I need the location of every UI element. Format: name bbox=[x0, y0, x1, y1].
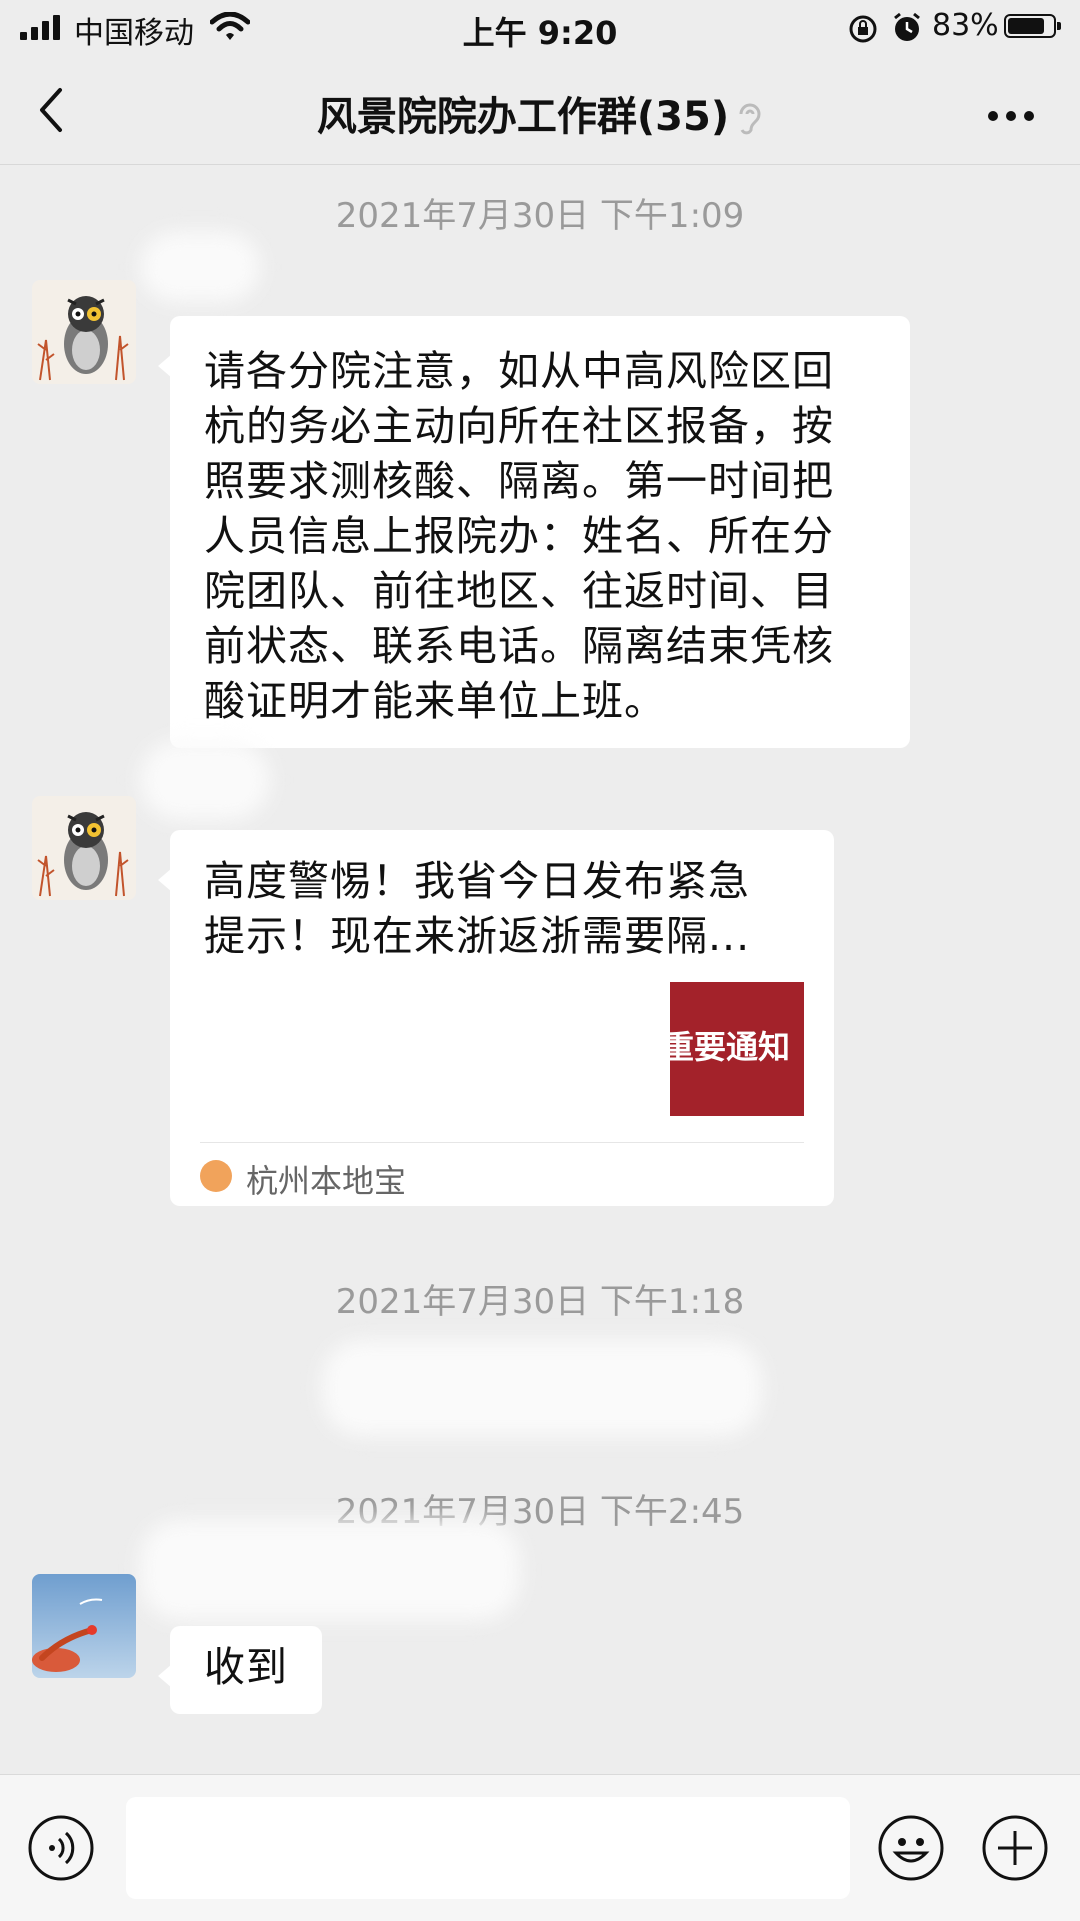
plus-icon[interactable] bbox=[982, 1815, 1048, 1881]
message-input[interactable] bbox=[126, 1797, 850, 1899]
redacted-message bbox=[322, 1340, 762, 1436]
owl-avatar-image bbox=[32, 280, 136, 384]
avatar-hand[interactable] bbox=[32, 1574, 136, 1678]
more-icon[interactable] bbox=[980, 106, 1034, 125]
emoji-icon[interactable] bbox=[878, 1815, 944, 1881]
link-card-thumbnail: 重要通知 bbox=[670, 982, 804, 1116]
divider bbox=[200, 1142, 804, 1143]
chat-title-text: 风景院院办工作群(35) bbox=[316, 94, 730, 140]
link-card[interactable]: 高度警惕！我省今日发布紧急 提示！现在来浙返浙需要隔... 重要通知 杭州本地宝 bbox=[158, 830, 834, 1206]
message-text: 收到 bbox=[204, 1643, 288, 1691]
redacted-sender-name bbox=[140, 1520, 520, 1620]
status-bar: 中国移动 上午 9:20 83% bbox=[0, 0, 1080, 56]
message-text: 请各分院注意，如从中高风险区回 杭的务必主动向所在社区报备，按 照要求测核酸、隔… bbox=[204, 347, 834, 725]
input-bar bbox=[0, 1774, 1080, 1921]
link-card-title: 高度警惕！我省今日发布紧急 提示！现在来浙返浙需要隔... bbox=[204, 857, 751, 960]
redacted-sender-name bbox=[140, 232, 260, 302]
chat-title: 风景院院办工作群(35) bbox=[0, 84, 1080, 142]
battery-percentage: 83% bbox=[932, 8, 999, 43]
voice-icon[interactable] bbox=[28, 1815, 94, 1881]
chat-header: 风景院院办工作群(35) bbox=[0, 56, 1080, 165]
hand-avatar-image bbox=[32, 1574, 136, 1678]
message-bubble-text[interactable]: 收到 bbox=[158, 1626, 322, 1714]
message-timestamp: 2021年7月30日 下午1:09 bbox=[335, 196, 745, 236]
thumbnail-text: 重要通知 bbox=[670, 1028, 791, 1066]
avatar-owl[interactable] bbox=[32, 280, 136, 384]
message-timestamp: 2021年7月30日 下午1:18 bbox=[335, 1282, 745, 1322]
battery-icon bbox=[1004, 14, 1061, 38]
message-bubble-text[interactable]: 请各分院注意，如从中高风险区回 杭的务必主动向所在社区报备，按 照要求测核酸、隔… bbox=[158, 316, 910, 748]
mute-icon bbox=[739, 103, 761, 135]
owl-avatar-image bbox=[32, 796, 136, 900]
rotation-lock-icon bbox=[849, 15, 877, 43]
avatar-owl[interactable] bbox=[32, 796, 136, 900]
link-card-source: 杭州本地宝 bbox=[246, 1162, 407, 1200]
redacted-sender-name bbox=[140, 740, 270, 820]
alarm-icon bbox=[894, 12, 920, 41]
source-logo-icon bbox=[200, 1160, 232, 1192]
